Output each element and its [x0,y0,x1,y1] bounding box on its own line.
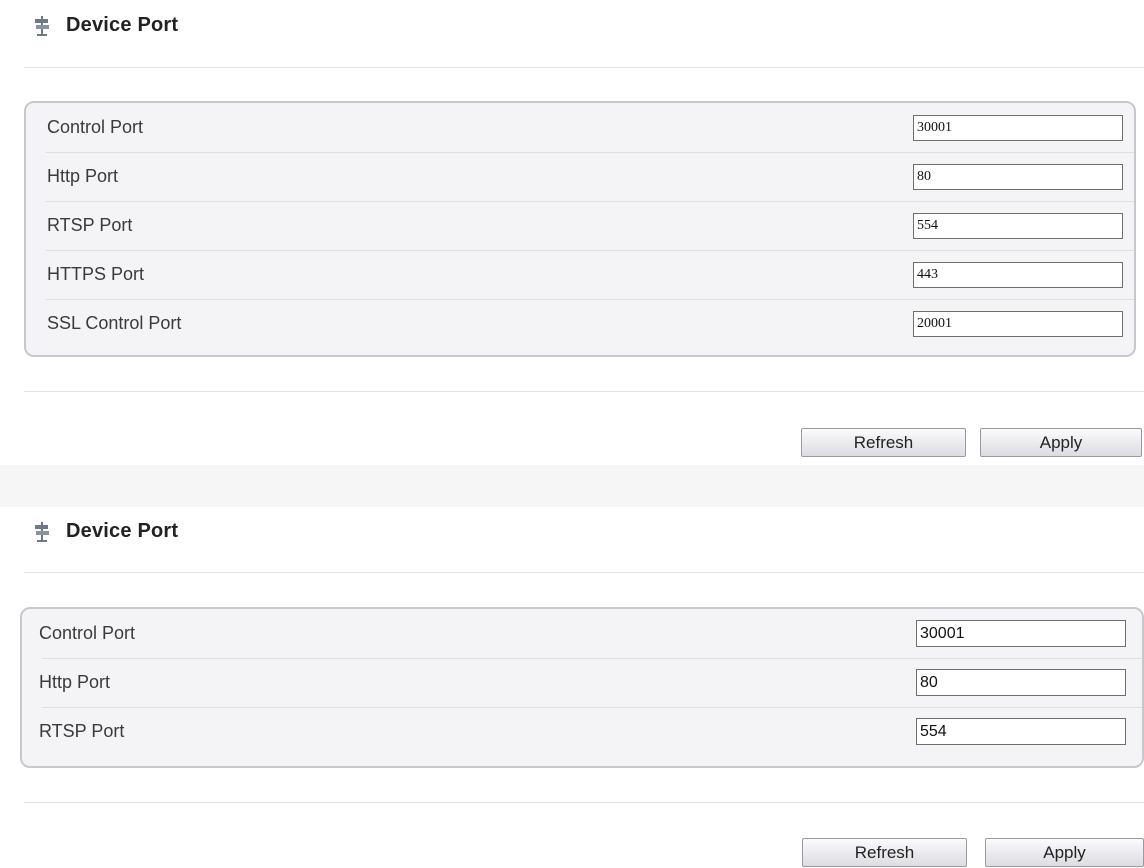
apply-button[interactable]: Apply [980,428,1142,457]
control-port-input[interactable] [913,115,1123,141]
control-port-input[interactable] [916,620,1126,647]
control-port-label: Control Port [39,623,136,643]
rtsp-port-input[interactable] [913,213,1123,239]
section-gap [0,465,1144,507]
control-port-row: Control Port [22,609,1142,658]
section-header: Device Port [34,520,178,543]
ssl-control-port-label: SSL Control Port [47,313,182,333]
https-port-input[interactable] [913,262,1123,288]
https-port-row: HTTPS Port [26,250,1134,299]
rtsp-port-row: RTSP Port [22,707,1142,756]
apply-button[interactable]: Apply [985,838,1144,867]
port-settings-panel: Control Port Http Port RTSP Port [20,607,1144,768]
http-port-label: Http Port [47,166,119,186]
section-header: Device Port [34,14,178,37]
http-port-input[interactable] [913,164,1123,190]
http-port-row: Http Port [22,658,1142,707]
divider [24,67,1144,68]
device-port-section-2: Device Port Control Port Http Port RTSP … [0,507,1144,868]
refresh-button[interactable]: Refresh [802,838,967,867]
device-port-section-1: Device Port Control Port Http Port RTSP … [0,0,1144,465]
rtsp-port-row: RTSP Port [26,201,1134,250]
refresh-button[interactable]: Refresh [801,428,966,457]
https-port-label: HTTPS Port [47,264,145,284]
control-port-label: Control Port [47,117,144,137]
rtsp-port-input[interactable] [916,718,1126,745]
ssl-control-port-input[interactable] [913,311,1123,337]
signpost-icon [35,15,49,36]
http-port-row: Http Port [26,152,1134,201]
signpost-icon [35,521,49,542]
http-port-label: Http Port [39,672,111,692]
divider [24,802,1144,803]
ssl-control-port-row: SSL Control Port [26,299,1134,348]
port-settings-panel: Control Port Http Port RTSP Port HTTPS P… [24,101,1136,357]
page-title: Device Port [66,14,179,36]
divider [24,391,1144,392]
rtsp-port-label: RTSP Port [47,215,133,235]
page-title: Device Port [66,520,179,542]
http-port-input[interactable] [916,669,1126,696]
rtsp-port-label: RTSP Port [39,721,125,741]
divider [24,572,1144,573]
control-port-row: Control Port [26,103,1134,152]
